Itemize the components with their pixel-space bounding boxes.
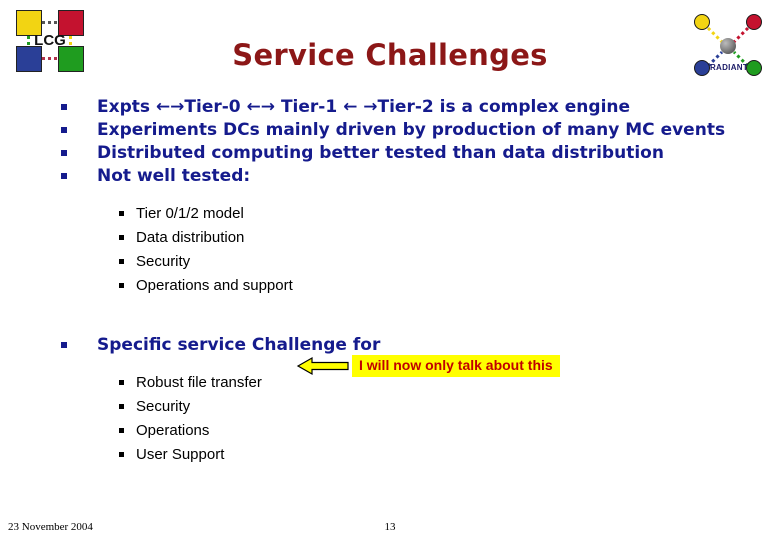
sub-bullet-item: Operations <box>0 419 780 443</box>
sub-bullet-label: Security <box>136 398 191 415</box>
lcg-connector-top-icon <box>42 21 58 24</box>
sub-bullet-square-icon <box>119 283 124 288</box>
sub-bullet-square-icon <box>119 259 124 264</box>
bullet-label: Distributed computing better tested than… <box>97 143 664 163</box>
sub-bullet-item: Data distribution <box>0 226 780 250</box>
bullet-item: Expts ←→Tier-0 ←→ Tier-1 ← →Tier-2 is a … <box>0 96 780 119</box>
bullet-item: Specific service Challenge for <box>0 334 780 357</box>
bullet-label: Experiments DCs mainly driven by product… <box>97 120 726 140</box>
footer-page-number: 13 <box>384 521 396 533</box>
sub-bullet-item: Security <box>0 250 780 274</box>
lcg-logo: LCG <box>14 8 86 74</box>
sub-bullet-label: Robust file transfer <box>136 374 262 391</box>
bullet-square-icon <box>61 150 67 156</box>
sub-bullet-label: Security <box>136 253 191 270</box>
bullet-item: Experiments DCs mainly driven by product… <box>0 119 780 142</box>
slide-body: Expts ←→Tier-0 ←→ Tier-1 ← →Tier-2 is a … <box>0 96 780 467</box>
bullet-square-icon <box>61 127 67 133</box>
sub-bullet-square-icon <box>119 380 124 385</box>
lcg-square-blue-icon <box>16 46 42 72</box>
radiant-dot-red-icon <box>746 14 762 30</box>
radiant-logo: RADIANT <box>688 8 770 86</box>
lcg-square-green-icon <box>58 46 84 72</box>
slide-canvas: LCG RADIANT Service Challenges Expts ←→T… <box>0 0 780 540</box>
page-title: Service Challenges <box>232 38 548 72</box>
bullet-square-icon <box>61 104 67 110</box>
radiant-core-sphere-icon <box>720 38 736 54</box>
sub-bullet-item: Security <box>0 395 780 419</box>
sub-bullet-square-icon <box>119 235 124 240</box>
bullet-item: Not well tested: <box>0 165 780 188</box>
sub-bullet-item: Tier 0/1/2 model <box>0 202 780 226</box>
sub-bullet-label: Operations and support <box>136 277 293 294</box>
bullet-item: Distributed computing better tested than… <box>0 142 780 165</box>
left-arrow-icon <box>296 356 349 376</box>
bullet-label: Specific service Challenge for <box>97 335 381 355</box>
sub-bullet-square-icon <box>119 428 124 433</box>
lcg-connector-bottom-icon <box>42 57 58 60</box>
callout-label: I will now only talk about this <box>352 355 560 377</box>
sub-bullet-item: Operations and support <box>0 274 780 298</box>
sub-bullet-square-icon <box>119 211 124 216</box>
radiant-logo-label: RADIANT <box>709 63 749 72</box>
sub-bullet-label: Operations <box>136 422 210 439</box>
sub-bullet-square-icon <box>119 404 124 409</box>
sub-bullet-label: Tier 0/1/2 model <box>136 205 244 222</box>
sub-bullet-label: Data distribution <box>136 229 245 246</box>
lcg-logo-label: LCG <box>34 32 66 49</box>
bullet-square-icon <box>61 342 67 348</box>
sub-bullet-label: User Support <box>136 446 225 463</box>
callout-annotation: I will now only talk about this <box>296 355 560 377</box>
bullet-label: Not well tested: <box>97 166 251 186</box>
sub-bullet-item: User Support <box>0 443 780 467</box>
sub-bullet-square-icon <box>119 452 124 457</box>
bullet-label: Expts ←→Tier-0 ←→ Tier-1 ← →Tier-2 is a … <box>97 97 631 117</box>
radiant-dot-yellow-icon <box>694 14 710 30</box>
bullet-square-icon <box>61 173 67 179</box>
